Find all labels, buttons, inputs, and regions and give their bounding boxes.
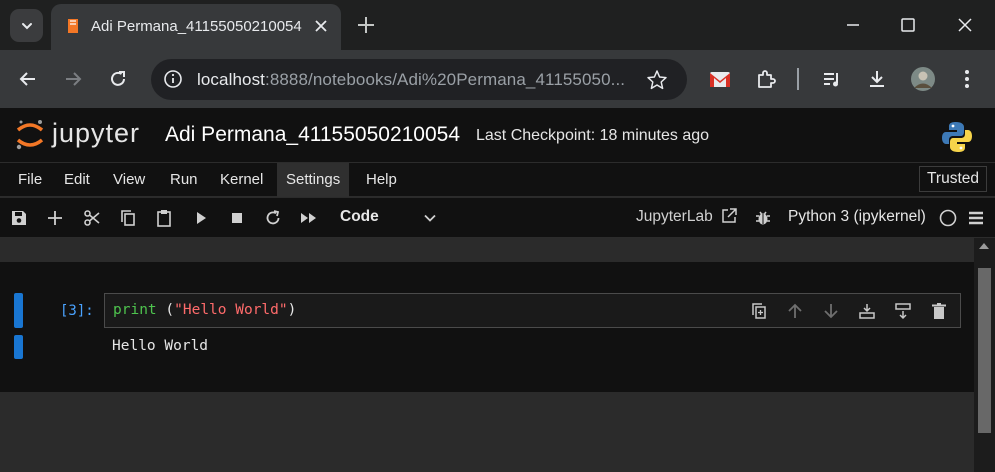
menu-file[interactable]: File [9,163,51,197]
menu-view[interactable]: View [104,163,154,197]
cell-type-select[interactable]: Code [340,208,379,226]
trusted-indicator[interactable]: Trusted [919,166,987,192]
reload-icon[interactable] [104,65,132,93]
menu-edit[interactable]: Edit [55,163,99,197]
code-string: "Hello World" [174,302,288,318]
browser-menu-icon[interactable] [953,65,981,93]
debugger-bug-icon[interactable] [753,208,773,228]
cut-icon[interactable] [82,208,102,228]
output-collapser[interactable] [14,335,23,359]
browser-tab-active[interactable]: Adi Permana_41155050210054 [51,4,341,50]
download-icon[interactable] [863,65,891,93]
media-control-icon[interactable] [818,65,846,93]
external-link-icon[interactable] [719,206,739,226]
code-keyword: print [113,302,157,318]
gmail-extension-icon[interactable] [706,65,734,93]
input-prompt: [3]: [60,303,94,319]
code-cell-editor[interactable]: print ("Hello World") [104,293,961,328]
paste-icon[interactable] [154,208,174,228]
move-up-icon[interactable] [785,301,805,321]
insert-below-icon[interactable] [893,301,913,321]
profile-avatar[interactable] [909,65,937,93]
bookmark-star-icon[interactable] [646,69,668,91]
delete-cell-icon[interactable] [929,301,949,321]
site-info-icon[interactable] [162,68,184,90]
jupyter-wordmark: jupyter [52,118,141,148]
kernel-name[interactable]: Python 3 (ipykernel) [788,208,926,226]
code-line[interactable]: print ("Hello World") [113,302,296,318]
save-icon[interactable] [9,208,29,228]
url-text: localhost:8888/notebooks/Adi%20Permana_4… [197,70,625,90]
chevron-down-icon[interactable] [420,208,440,228]
url-host: localhost [197,70,265,89]
scroll-up-arrow-icon[interactable] [979,243,989,249]
menu-help[interactable]: Help [357,163,406,197]
forward-arrow-icon[interactable] [59,65,87,93]
notebook-favicon-icon [68,19,78,33]
new-tab-icon[interactable] [354,13,378,37]
extensions-puzzle-icon[interactable] [752,65,780,93]
minimize-icon[interactable] [838,10,868,40]
jupyter-header: jupyter Adi Permana_41155050210054 Last … [0,108,995,163]
notebook-toolbar: Code JupyterLab Python 3 (ipykernel) [0,198,995,238]
duplicate-cell-icon[interactable] [749,301,769,321]
kernel-status-icon [938,208,958,228]
run-cell-icon[interactable] [191,208,211,228]
close-window-icon[interactable] [950,10,980,40]
notebook-title[interactable]: Adi Permana_41155050210054 [165,123,460,147]
code-paren-open: ( [156,302,175,318]
tab-search-button[interactable] [10,9,43,42]
tab-title: Adi Permana_41155050210054 [91,18,302,35]
browser-tab-strip: Adi Permana_41155050210054 [0,0,995,50]
toolbar-divider [797,68,799,90]
code-paren-close: ) [287,302,297,318]
notebook-area: [3]: print ("Hello World") Hello World [0,238,995,472]
move-down-icon[interactable] [821,301,841,321]
add-cell-icon[interactable] [45,208,65,228]
copy-icon[interactable] [118,208,138,228]
address-bar[interactable]: localhost:8888/notebooks/Adi%20Permana_4… [151,59,687,100]
maximize-icon[interactable] [893,10,923,40]
browser-toolbar: localhost:8888/notebooks/Adi%20Permana_4… [0,50,995,108]
last-checkpoint: Last Checkpoint: 18 minutes ago [476,127,710,144]
stop-kernel-icon[interactable] [227,208,247,228]
toolbar-overflow-icon[interactable] [966,208,986,228]
scrollbar-thumb[interactable] [978,268,991,433]
menu-settings[interactable]: Settings [277,163,350,197]
menu-kernel[interactable]: Kernel [211,163,272,197]
python-logo-icon [940,120,974,154]
tab-close-icon[interactable] [311,16,331,36]
url-path: :8888/notebooks/Adi%20Permana_41155050..… [265,70,626,89]
back-arrow-icon[interactable] [14,65,42,93]
jupyter-logo-icon[interactable] [14,117,46,153]
restart-kernel-icon[interactable] [263,208,283,228]
restart-run-all-icon[interactable] [299,208,319,228]
jupyterlab-link[interactable]: JupyterLab [636,208,713,226]
menu-run[interactable]: Run [161,163,207,197]
input-collapser[interactable] [14,293,23,328]
cell-output: Hello World [112,338,209,354]
insert-above-icon[interactable] [857,301,877,321]
notebook-panel: [3]: print ("Hello World") Hello World [0,262,974,392]
jupyter-menubar: File Edit View Run Kernel Settings Help … [0,163,995,197]
chevron-down-icon [21,22,32,29]
